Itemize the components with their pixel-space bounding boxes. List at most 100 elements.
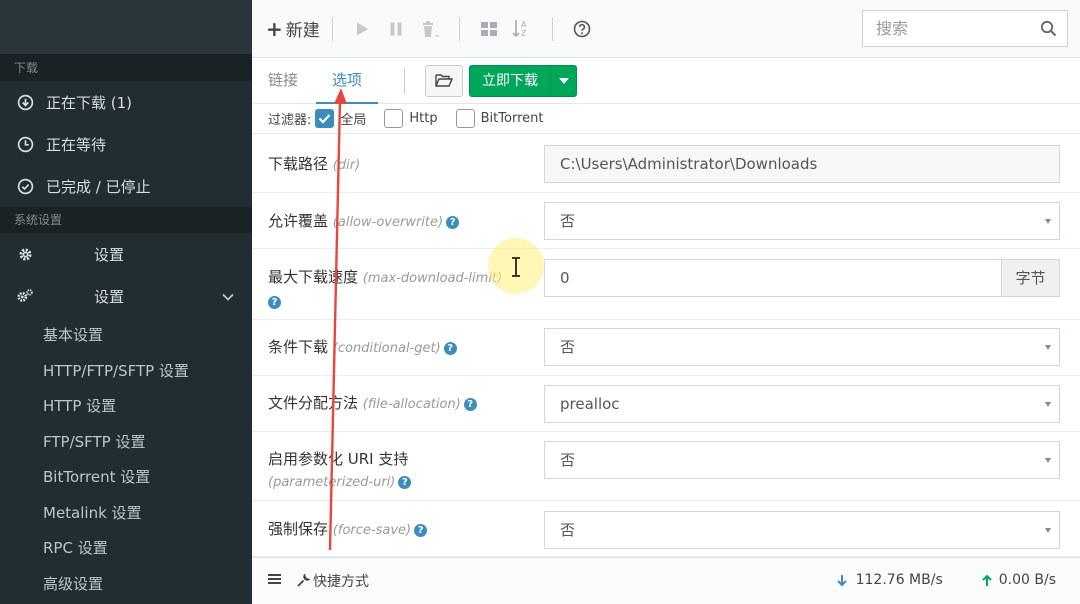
- force-save-select[interactable]: 否: [544, 511, 1060, 549]
- option-row-parameterized-uri: 启用参数化 URI 支持 (parameterized-uri)? 否: [252, 432, 1080, 501]
- download-circle-icon: [16, 93, 34, 111]
- option-key: (dir): [332, 158, 361, 173]
- sidebar-group-settings[interactable]: 设置: [0, 275, 252, 317]
- svg-text:A: A: [521, 20, 527, 29]
- option-key: (allow-overwrite): [332, 215, 444, 230]
- new-task-label: 新建: [285, 21, 320, 41]
- select-all-button[interactable]: [476, 16, 502, 42]
- filter-http-label: Http: [409, 111, 438, 126]
- start-button[interactable]: [349, 16, 375, 42]
- gear-icon: [16, 245, 34, 263]
- help-icon[interactable]: ?: [443, 342, 457, 355]
- caret-down-icon: [558, 77, 569, 84]
- tabs-divider: [404, 67, 406, 94]
- option-row-conditional-get: 条件下载 (conditional-get)? 否: [252, 320, 1080, 376]
- option-label: 强制保存 (force-save)?: [268, 518, 530, 542]
- max-download-limit-input[interactable]: 0: [544, 259, 1002, 297]
- sidebar-subitem-http[interactable]: HTTP 设置: [0, 388, 252, 424]
- sidebar-subitem-metalink[interactable]: Metalink 设置: [0, 495, 252, 531]
- pause-button[interactable]: [383, 16, 409, 42]
- option-row-max-download-limit: 最大下载速度 (max-download-limit)? 0 字节: [252, 249, 1080, 320]
- conditional-get-select[interactable]: 否: [544, 328, 1060, 366]
- speed-indicators: 112.76 MB/s 0.00 B/s: [798, 572, 1056, 588]
- option-name: 条件下载: [268, 338, 329, 356]
- search-input[interactable]: [876, 19, 1036, 38]
- svg-text:Z: Z: [521, 29, 527, 38]
- toolbar-divider: [551, 16, 553, 41]
- sort-alpha-icon: AZ: [512, 19, 527, 38]
- filter-label: 过滤器:: [268, 113, 312, 128]
- help-icon[interactable]: ?: [268, 296, 281, 309]
- dir-input[interactable]: C:\Users\Administrator\Downloads: [544, 145, 1060, 183]
- sidebar-item-label: 设置: [94, 245, 125, 264]
- tab-options[interactable]: 选项: [316, 58, 379, 104]
- toolbar-divider: [331, 16, 333, 41]
- tabs-row: 链接 选项 立即下载: [252, 58, 1080, 104]
- main-panel: + 新建 AZ 链接 选项: [252, 0, 1080, 604]
- option-name: 文件分配方法: [268, 394, 359, 412]
- sidebar-item-label: 设置: [94, 287, 125, 306]
- question-circle-icon: [573, 20, 591, 37]
- sidebar-item-label: 正在下载 (1): [46, 93, 133, 112]
- sidebar-subitem-basic[interactable]: 基本设置: [0, 317, 252, 353]
- option-name: 启用参数化 URI 支持: [268, 450, 409, 468]
- shortcut-menu[interactable]: 快捷方式: [296, 571, 369, 591]
- wrench-icon: [297, 574, 310, 587]
- plus-icon: +: [266, 16, 283, 41]
- grid-icon: [480, 21, 497, 36]
- filter-global-label: 全局: [340, 113, 367, 128]
- sidebar-logo-area: [0, 0, 252, 55]
- option-key: (max-download-limit): [362, 271, 503, 286]
- folder-open-icon: [435, 74, 454, 87]
- allow-overwrite-select[interactable]: 否: [544, 202, 1060, 240]
- unit-addon: 字节: [1001, 259, 1060, 297]
- sidebar-subitem-ftp-sftp[interactable]: FTP/SFTP 设置: [0, 424, 252, 460]
- help-icon[interactable]: ?: [446, 216, 460, 229]
- sidebar-section-settings: 系统设置: [0, 207, 252, 233]
- option-label: 启用参数化 URI 支持 (parameterized-uri)?: [268, 448, 530, 494]
- sort-button[interactable]: AZ: [510, 16, 536, 42]
- sidebar-subitem-http-ftp-sftp[interactable]: HTTP/FTP/SFTP 设置: [0, 353, 252, 389]
- filter-bittorrent-checkbox[interactable]: [455, 109, 475, 128]
- help-icon[interactable]: ?: [414, 524, 428, 537]
- open-folder-button[interactable]: [425, 64, 464, 97]
- help-icon[interactable]: ?: [463, 398, 477, 411]
- sidebar-item-label: 已完成 / 已停止: [46, 177, 151, 196]
- file-allocation-select[interactable]: prealloc: [544, 385, 1060, 423]
- option-key: (file-allocation): [362, 397, 461, 412]
- sidebar-item-downloading[interactable]: 正在下载 (1): [0, 81, 252, 123]
- parameterized-uri-select[interactable]: 否: [544, 441, 1060, 479]
- clock-icon: [16, 135, 34, 153]
- search-icon[interactable]: [1040, 20, 1057, 41]
- pause-icon: [390, 22, 402, 35]
- download-options-dropdown[interactable]: [550, 65, 576, 96]
- option-label: 允许覆盖 (allow-overwrite)?: [268, 210, 530, 234]
- help-icon[interactable]: ?: [398, 476, 412, 489]
- sidebar-subitem-advanced[interactable]: 高级设置: [0, 566, 252, 602]
- filter-global-checkbox[interactable]: [315, 109, 335, 128]
- toolbar-divider: [458, 16, 460, 41]
- sidebar-item-settings[interactable]: 设置: [0, 233, 252, 275]
- option-name: 强制保存: [268, 520, 329, 538]
- sidebar-subitem-rpc[interactable]: RPC 设置: [0, 530, 252, 566]
- option-name: 最大下载速度: [268, 268, 359, 286]
- sidebar-item-waiting[interactable]: 正在等待: [0, 123, 252, 165]
- menu-icon[interactable]: [268, 573, 282, 589]
- sidebar-item-stopped[interactable]: 已完成 / 已停止: [0, 165, 252, 207]
- check-circle-icon: [16, 177, 34, 195]
- help-button[interactable]: [569, 16, 595, 42]
- upload-speed-value: 0.00 B/s: [998, 572, 1056, 588]
- download-now-label: 立即下载: [482, 72, 539, 89]
- tab-links[interactable]: 链接: [268, 58, 298, 104]
- new-task-button[interactable]: + 新建: [266, 13, 320, 45]
- option-label: 文件分配方法 (file-allocation)?: [268, 392, 530, 416]
- delete-button[interactable]: [417, 16, 443, 42]
- toolbar: + 新建 AZ: [252, 0, 1080, 58]
- option-row-force-save: 强制保存 (force-save)? 否: [252, 501, 1080, 557]
- option-name: 下载路径: [268, 155, 329, 173]
- check-icon: [319, 114, 331, 124]
- download-now-button[interactable]: 立即下载: [469, 64, 578, 97]
- filter-http-checkbox[interactable]: [384, 109, 404, 128]
- sidebar-subitem-bittorrent[interactable]: BitTorrent 设置: [0, 459, 252, 495]
- sidebar-item-label: 正在等待: [46, 135, 107, 154]
